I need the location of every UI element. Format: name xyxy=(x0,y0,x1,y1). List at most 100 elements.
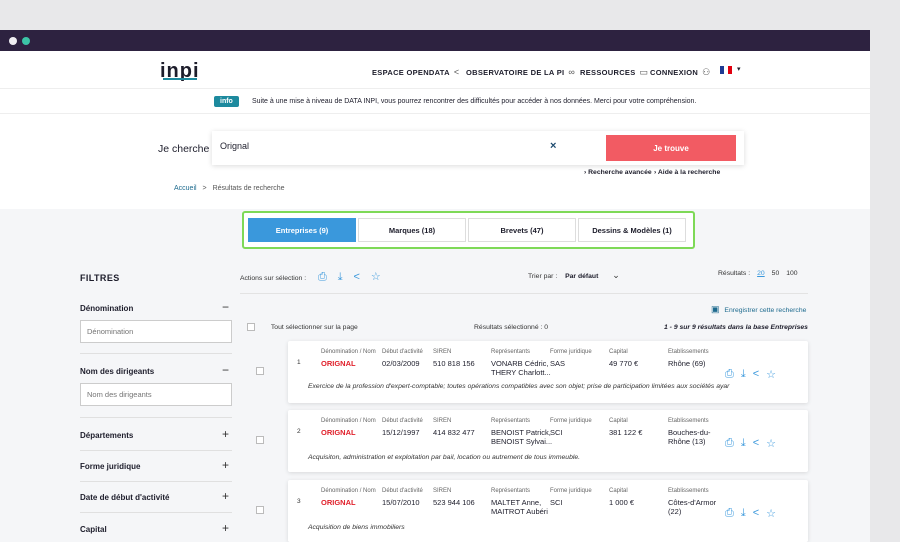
result-card[interactable]: 3 Dénomination / Nom Début d'activité SIREN… xyxy=(288,480,808,542)
representative-line: BENOIST Patrick, xyxy=(491,428,551,437)
star-icon[interactable]: ☆ xyxy=(766,437,776,450)
result-card[interactable]: 2 Dénomination / Nom Début d'activité SIREN… xyxy=(288,410,808,472)
column-label: Représentants xyxy=(491,349,531,355)
download-icon[interactable]: ⤓ xyxy=(338,271,343,283)
result-card[interactable]: 1 Dénomination / Nom Début d'activité SIREN… xyxy=(288,341,808,403)
share-icon[interactable]: < xyxy=(753,507,759,520)
column-label: Capital xyxy=(609,349,628,355)
legal-form: SAS xyxy=(550,359,566,368)
print-icon[interactable]: ⎙ xyxy=(318,271,327,283)
nav-ressources[interactable]: RESSOURCES ▭ xyxy=(580,67,648,78)
breadcrumb-home[interactable]: Accueil xyxy=(174,185,197,192)
filters-title: FILTRES xyxy=(80,273,120,283)
filter-divider xyxy=(80,512,232,513)
expand-icon[interactable]: + xyxy=(222,427,229,441)
legal-form: SCI xyxy=(550,428,563,437)
search-input[interactable] xyxy=(220,141,540,151)
select-all[interactable]: Tout sélectionner sur la page xyxy=(247,323,358,331)
search-button[interactable]: Je trouve xyxy=(606,135,736,161)
toolbar-divider xyxy=(240,293,808,294)
filter-forme-header[interactable]: Forme juridique xyxy=(80,462,140,471)
result-number: 2 xyxy=(297,428,301,435)
dirigeants-input[interactable] xyxy=(80,383,232,406)
download-icon[interactable]: ⤓ xyxy=(741,437,746,450)
filter-divider xyxy=(80,353,232,354)
page-size-100[interactable]: 100 xyxy=(786,270,797,277)
nav-observatoire[interactable]: OBSERVATOIRE DE LA PI ∞ xyxy=(466,67,575,77)
nav-label: ESPACE OPENDATA xyxy=(372,67,450,77)
result-count: 1 - 9 sur 9 résultats dans la base Entre… xyxy=(664,324,808,331)
window-titlebar xyxy=(0,30,870,51)
download-icon[interactable]: ⤓ xyxy=(741,368,746,381)
selection-actions: Actions sur sélection : ⎙ ⤓ < ☆ xyxy=(240,270,381,284)
advanced-search-link[interactable]: › Recherche avancée xyxy=(584,169,652,176)
company-name[interactable]: ORIGNAL xyxy=(321,428,356,437)
collapse-icon[interactable]: − xyxy=(222,363,229,377)
star-icon[interactable]: ☆ xyxy=(766,368,776,381)
clear-icon[interactable]: × xyxy=(550,140,556,152)
page-size-20[interactable]: 20 xyxy=(757,270,765,277)
column-label: Dénomination / Nom xyxy=(321,418,376,424)
language-flag-icon[interactable] xyxy=(720,66,732,74)
establishment-line: Bouches-du- xyxy=(668,428,711,437)
column-label: Début d'activité xyxy=(382,488,423,494)
chevron-down-icon[interactable]: ▾ xyxy=(737,65,741,73)
filter-denomination-header[interactable]: Dénomination xyxy=(80,304,133,313)
filter-date-header[interactable]: Date de début d'activité xyxy=(80,493,169,502)
nav-label: RESSOURCES xyxy=(580,68,636,77)
column-label: SIREN xyxy=(433,349,452,355)
column-label: SIREN xyxy=(433,418,452,424)
info-badge: info xyxy=(214,96,239,107)
share-icon[interactable]: < xyxy=(753,437,759,450)
print-icon[interactable]: ⎙ xyxy=(725,507,734,520)
search-help-link[interactable]: › Aide à la recherche xyxy=(654,169,720,176)
row-checkbox[interactable] xyxy=(256,367,264,375)
representatives: VONARB Cédric, THERY Charlott... xyxy=(491,359,551,377)
select-all-label: Tout sélectionner sur la page xyxy=(270,323,358,331)
activity-description: Exercice de la profession d'expert-compt… xyxy=(308,383,730,390)
tab-entreprises[interactable]: Entreprises (9) xyxy=(248,218,356,242)
window-maximize-dot[interactable] xyxy=(22,37,30,45)
filter-dirigeants-header[interactable]: Nom des dirigeants xyxy=(80,367,154,376)
breadcrumb-current: Résultats de recherche xyxy=(212,185,285,192)
print-icon[interactable]: ⎙ xyxy=(725,368,734,381)
star-icon[interactable]: ☆ xyxy=(371,271,381,283)
company-name[interactable]: ORIGNAL xyxy=(321,359,356,368)
row-checkbox[interactable] xyxy=(256,506,264,514)
tab-brevets[interactable]: Brevets (47) xyxy=(468,218,576,242)
column-label: Forme juridique xyxy=(550,418,592,424)
tab-dessins-modeles[interactable]: Dessins & Modèles (1) xyxy=(578,218,686,242)
representative-line: BENOIST Sylvai... xyxy=(491,437,553,446)
expand-icon[interactable]: + xyxy=(222,458,229,472)
select-all-checkbox[interactable] xyxy=(247,323,255,331)
column-label: SIREN xyxy=(433,488,452,494)
company-name[interactable]: ORIGNAL xyxy=(321,498,356,507)
download-icon[interactable]: ⤓ xyxy=(741,507,746,520)
user-icon: ⚇ xyxy=(702,67,711,77)
share-icon[interactable]: < xyxy=(753,368,759,381)
representative-line: VONARB Cédric, xyxy=(491,359,549,368)
nav-espace-opendata[interactable]: ESPACE OPENDATA < xyxy=(372,67,459,77)
capital: 381 122 € xyxy=(609,428,643,437)
expand-icon[interactable]: + xyxy=(222,521,229,535)
row-checkbox[interactable] xyxy=(256,436,264,444)
page-size-50[interactable]: 50 xyxy=(772,270,780,277)
filter-capital-header[interactable]: Capital xyxy=(80,525,107,534)
siren: 510 818 156 xyxy=(433,359,475,368)
siren: 414 832 477 xyxy=(433,428,475,437)
inpi-logo[interactable]: INPI xyxy=(160,57,200,83)
column-label: Capital xyxy=(609,488,628,494)
capital: 49 770 € xyxy=(609,359,639,368)
nav-connexion[interactable]: CONNEXION ⚇ xyxy=(650,67,711,78)
filter-departements-header[interactable]: Départements xyxy=(80,431,133,440)
share-icon[interactable]: < xyxy=(353,271,359,283)
save-search-button[interactable]: ▣ Enregistrer cette recherche xyxy=(711,304,806,315)
star-icon[interactable]: ☆ xyxy=(766,507,776,520)
sort-control[interactable]: Trier par : Par défaut ⌄ xyxy=(528,270,620,281)
tab-marques[interactable]: Marques (18) xyxy=(358,218,466,242)
window-close-dot[interactable] xyxy=(9,37,17,45)
denomination-input[interactable] xyxy=(80,320,232,343)
expand-icon[interactable]: + xyxy=(222,489,229,503)
print-icon[interactable]: ⎙ xyxy=(725,437,734,450)
collapse-icon[interactable]: − xyxy=(222,300,229,314)
